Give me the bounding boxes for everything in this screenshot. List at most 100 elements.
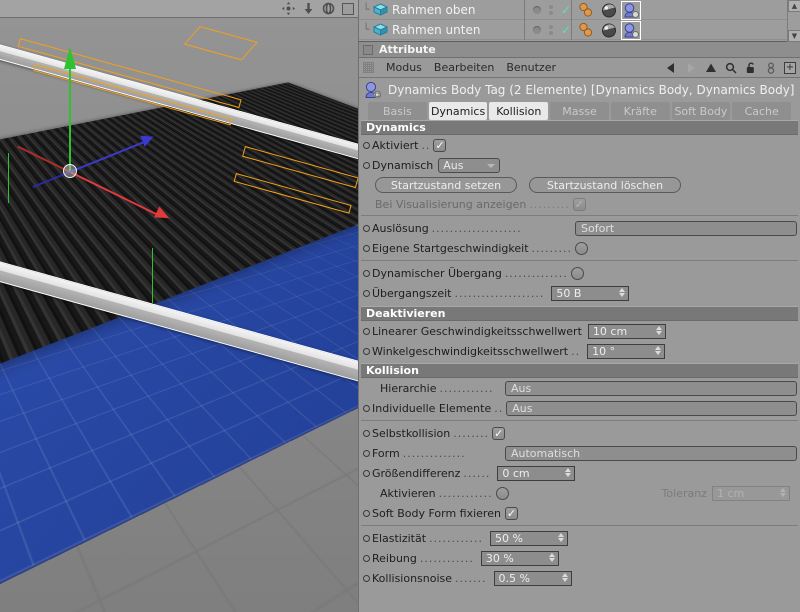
dynamics-body-tag[interactable] xyxy=(622,22,640,39)
dropdown-ausloesung[interactable]: Sofort xyxy=(575,221,797,236)
tab-kraefte[interactable]: Kräfte xyxy=(611,102,670,120)
panel-grip-icon[interactable] xyxy=(363,62,374,73)
move-camera-icon[interactable] xyxy=(282,2,295,15)
animation-track-dot[interactable] xyxy=(363,290,370,297)
texture-tag[interactable] xyxy=(600,22,618,39)
tab-basis[interactable]: Basis xyxy=(368,102,427,120)
animation-track-dot[interactable] xyxy=(363,430,370,437)
rotate-camera-icon[interactable] xyxy=(322,2,335,15)
animation-track-dot[interactable] xyxy=(363,510,370,517)
numfield-kollisionsnoise[interactable]: 0.5 % xyxy=(494,571,572,586)
animation-track-dot[interactable] xyxy=(363,470,370,477)
tab-cache[interactable]: Cache xyxy=(732,102,791,120)
gizmo-center-handle[interactable] xyxy=(63,164,77,178)
up-arrow-icon[interactable] xyxy=(704,62,717,75)
tab-kollision[interactable]: Kollision xyxy=(489,102,548,120)
numfield-groessendifferenz[interactable]: 0 cm xyxy=(497,466,575,481)
dropdown-form[interactable]: Automatisch xyxy=(505,446,797,461)
numfield-elastizitaet[interactable]: 50 % xyxy=(490,531,568,546)
animation-track-dot[interactable] xyxy=(363,245,370,252)
axis-gizmo[interactable] xyxy=(70,171,71,172)
dropdown-individuelle-elemente[interactable]: Aus xyxy=(506,401,797,416)
dynamics-body-tag[interactable] xyxy=(622,2,640,19)
animation-track-dot[interactable] xyxy=(363,328,370,335)
spinner-icon[interactable] xyxy=(565,468,571,477)
forward-arrow-icon[interactable] xyxy=(684,62,697,75)
search-icon[interactable] xyxy=(724,62,737,75)
checkbox-startgeschwindigkeit[interactable]: ✓ xyxy=(575,242,588,255)
set-initial-state-button[interactable]: Startzustand setzen xyxy=(375,177,517,193)
label-individuelle-elemente: Individuelle Elemente xyxy=(372,402,491,415)
dropdown-dynamisch[interactable]: Aus xyxy=(438,158,500,173)
object-name[interactable]: Rahmen oben xyxy=(392,3,475,17)
material-tag[interactable] xyxy=(578,22,596,39)
animation-track-dot[interactable] xyxy=(363,270,370,277)
scroll-up-icon[interactable]: ▲ xyxy=(788,0,800,12)
maximize-view-icon[interactable] xyxy=(342,3,354,15)
menu-bearbeiten[interactable]: Bearbeiten xyxy=(434,61,494,74)
checkbox-visualisierung[interactable]: ✓ xyxy=(573,198,586,211)
object-row[interactable]: └ Rahmen oben ✓ xyxy=(359,0,800,20)
y-axis-arrow[interactable] xyxy=(64,47,76,69)
group-header-dynamics[interactable]: Dynamics xyxy=(361,120,798,135)
spinner-icon[interactable] xyxy=(558,533,564,542)
checkbox-softbody-fixieren[interactable]: ✓ xyxy=(505,507,518,520)
object-manager[interactable]: └ Rahmen oben ✓ xyxy=(358,0,800,42)
unlock-icon[interactable] xyxy=(744,62,757,75)
animation-track-dot[interactable] xyxy=(363,535,370,542)
enabled-check-icon[interactable]: ✓ xyxy=(561,25,571,35)
dropdown-hierarchie[interactable]: Aus xyxy=(505,381,797,396)
add-icon[interactable]: + xyxy=(784,62,796,74)
animation-track-dot[interactable] xyxy=(363,405,370,412)
link-icon[interactable] xyxy=(764,62,777,75)
checkbox-aktiviert[interactable]: ✓ xyxy=(433,139,446,152)
numfield-winkel-schwellwert[interactable]: 10 ° xyxy=(587,344,665,359)
object-row[interactable]: └ Rahmen unten ✓ xyxy=(359,20,800,40)
animation-track-dot[interactable] xyxy=(363,450,370,457)
menu-benutzer[interactable]: Benutzer xyxy=(506,61,556,74)
scroll-down-icon[interactable]: ▼ xyxy=(788,30,800,42)
object-name[interactable]: Rahmen unten xyxy=(392,23,480,37)
animation-track-dot[interactable] xyxy=(363,348,370,355)
panel-menu-icon[interactable] xyxy=(363,45,373,55)
spinner-icon[interactable] xyxy=(780,488,786,497)
spinner-icon[interactable] xyxy=(655,346,661,355)
group-header-deaktivieren[interactable]: Deaktivieren xyxy=(361,306,798,321)
enabled-check-icon[interactable]: ✓ xyxy=(561,5,571,15)
object-manager-scrollbar[interactable]: ▲ ▼ xyxy=(787,0,800,42)
animation-track-dot[interactable] xyxy=(363,142,370,149)
numfield-uebergangszeit[interactable]: 50 B xyxy=(551,286,629,301)
numfield-linearer-schwellwert[interactable]: 10 cm xyxy=(588,324,666,339)
viewport-scene[interactable] xyxy=(0,18,358,612)
animation-track-dot[interactable] xyxy=(363,555,370,562)
material-tag[interactable] xyxy=(578,2,596,19)
clear-initial-state-button[interactable]: Startzustand löschen xyxy=(529,177,681,193)
spinner-icon[interactable] xyxy=(656,326,662,335)
spinner-icon[interactable] xyxy=(562,573,568,582)
spinner-icon[interactable] xyxy=(619,288,625,297)
checkbox-uebergang[interactable]: ✓ xyxy=(571,267,584,280)
y-axis[interactable] xyxy=(69,56,71,172)
numfield-toleranz[interactable]: 1 cm xyxy=(712,486,790,501)
animation-track-dot[interactable] xyxy=(363,575,370,582)
spinner-icon[interactable] xyxy=(549,553,555,562)
editor-render-dots[interactable] xyxy=(549,25,553,35)
leader-dots: ............ xyxy=(439,382,493,395)
texture-tag[interactable] xyxy=(600,2,618,19)
checkbox-selbstkollision[interactable]: ✓ xyxy=(492,427,505,440)
menu-modus[interactable]: Modus xyxy=(386,61,422,74)
visibility-dot[interactable] xyxy=(533,6,541,14)
tab-dynamics[interactable]: Dynamics xyxy=(429,102,488,120)
group-header-kollision[interactable]: Kollision xyxy=(361,363,798,378)
tab-soft-body[interactable]: Soft Body xyxy=(672,102,731,120)
animation-track-dot[interactable] xyxy=(363,225,370,232)
numfield-reibung[interactable]: 30 % xyxy=(481,551,559,566)
checkbox-aktivieren[interactable]: ✓ xyxy=(496,487,509,500)
visibility-dot[interactable] xyxy=(533,26,541,34)
back-arrow-icon[interactable] xyxy=(664,62,677,75)
viewport-panel[interactable] xyxy=(0,0,358,612)
editor-render-dots[interactable] xyxy=(549,5,553,15)
animation-track-dot[interactable] xyxy=(363,162,370,169)
pan-down-icon[interactable] xyxy=(302,2,315,15)
tab-masse[interactable]: Masse xyxy=(550,102,609,120)
